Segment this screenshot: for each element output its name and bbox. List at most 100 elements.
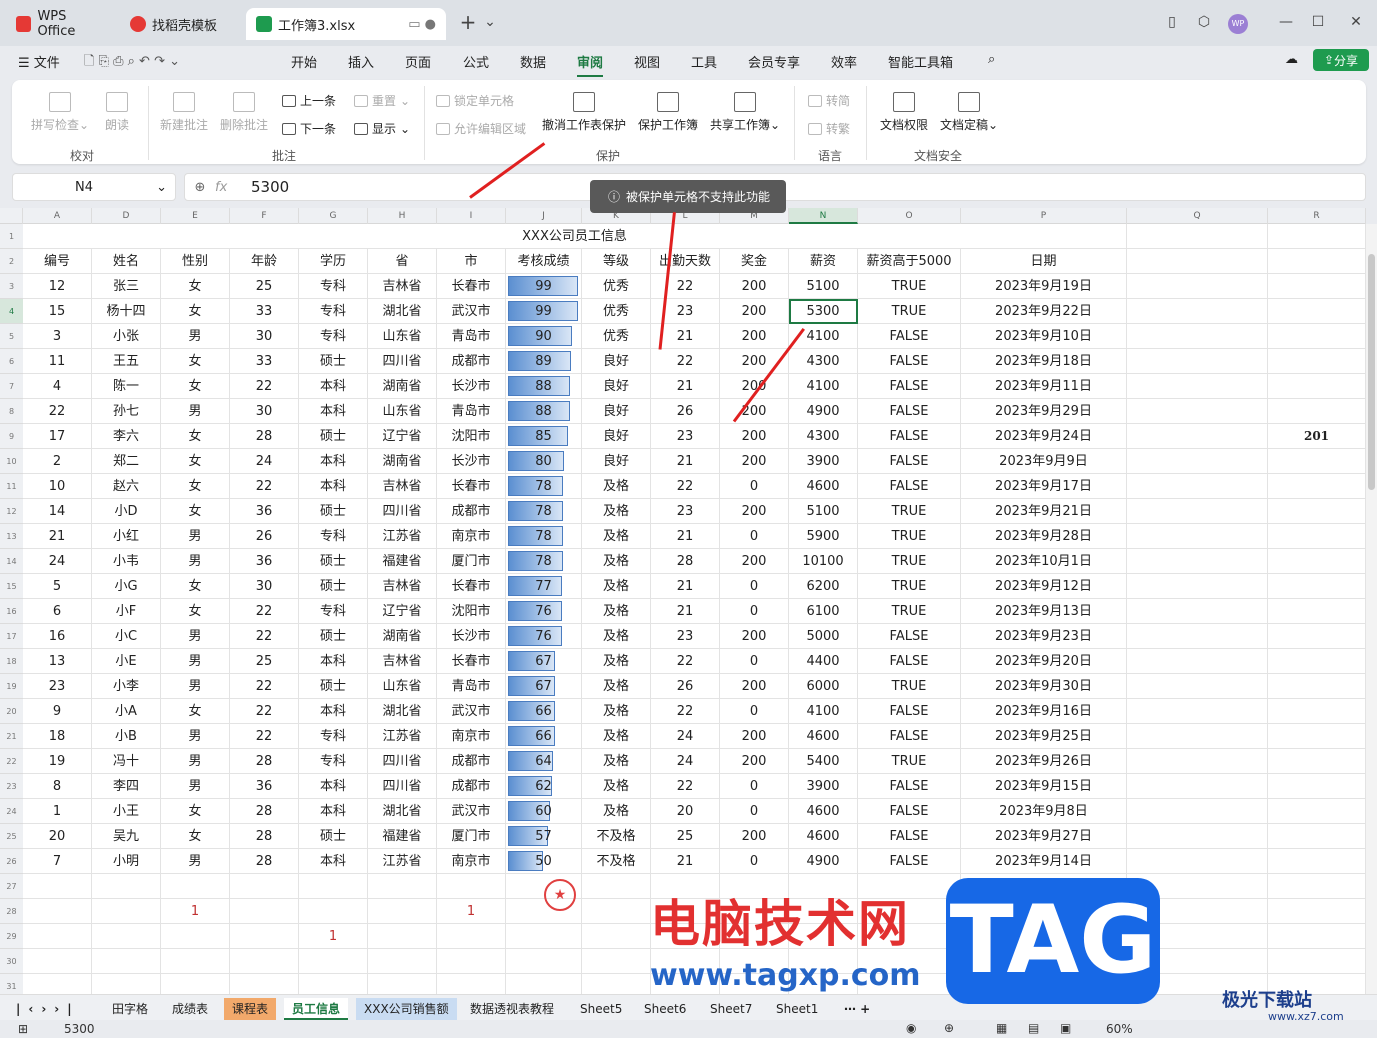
cell[interactable] — [1127, 649, 1268, 674]
table-cell[interactable]: 及格 — [582, 724, 651, 749]
table-cell[interactable]: 专科 — [299, 524, 368, 549]
cell[interactable] — [299, 949, 368, 974]
table-cell[interactable]: 90 — [506, 324, 582, 349]
cell[interactable] — [1127, 599, 1268, 624]
table-cell[interactable]: FALSE — [858, 699, 961, 724]
table-cell[interactable]: 张三 — [92, 274, 161, 299]
table-cell[interactable]: 专科 — [299, 324, 368, 349]
table-cell[interactable]: 优秀 — [582, 299, 651, 324]
row-header[interactable]: 9 — [0, 424, 23, 449]
row-header[interactable]: 1 — [0, 224, 23, 249]
table-cell[interactable]: 长沙市 — [437, 449, 506, 474]
table-cell[interactable]: 2023年9月19日 — [961, 274, 1127, 299]
table-cell[interactable]: 及格 — [582, 624, 651, 649]
table-cell[interactable]: 厦门市 — [437, 549, 506, 574]
table-cell[interactable]: 22 — [230, 699, 299, 724]
protect-workbook-button[interactable]: 保护工作簿 — [636, 92, 700, 133]
cell[interactable] — [1127, 349, 1268, 374]
tab-workbook[interactable]: 工作簿3.xlsx ▭ ● — [246, 8, 446, 40]
table-cell[interactable]: TRUE — [858, 274, 961, 299]
layout-icon[interactable]: ▯ — [1162, 14, 1182, 34]
table-cell[interactable]: 23 — [651, 424, 720, 449]
table-cell[interactable]: 女 — [161, 299, 230, 324]
share-workbook-button[interactable]: 共享工作簿⌄ — [708, 92, 782, 133]
table-cell[interactable]: 4600 — [789, 824, 858, 849]
table-cell[interactable]: 24 — [230, 449, 299, 474]
cell[interactable] — [230, 949, 299, 974]
table-cell[interactable]: 2023年9月25日 — [961, 724, 1127, 749]
table-cell[interactable]: 20 — [23, 824, 92, 849]
table-cell[interactable]: 0 — [720, 649, 789, 674]
table-cell[interactable]: 15 — [23, 299, 92, 324]
table-cell[interactable]: 30 — [230, 574, 299, 599]
table-cell[interactable]: 青岛市 — [437, 324, 506, 349]
table-cell[interactable]: 36 — [230, 549, 299, 574]
table-cell[interactable]: 本科 — [299, 374, 368, 399]
cell[interactable] — [1268, 774, 1366, 799]
prev-comment-button[interactable]: 上一条 — [282, 92, 336, 109]
table-cell[interactable]: 6200 — [789, 574, 858, 599]
table-cell[interactable]: 66 — [506, 724, 582, 749]
header-cell[interactable]: 性别 — [161, 249, 230, 274]
unprotect-sheet-button[interactable]: 撤消工作表保护 — [540, 92, 628, 133]
cell[interactable] — [1127, 849, 1268, 874]
table-cell[interactable]: 14 — [23, 499, 92, 524]
sheet-tab[interactable]: Sheet6 — [636, 998, 694, 1020]
table-cell[interactable]: 24 — [23, 549, 92, 574]
cell[interactable] — [437, 924, 506, 949]
table-cell[interactable]: 10100 — [789, 549, 858, 574]
table-cell[interactable]: 长春市 — [437, 649, 506, 674]
table-cell[interactable]: 0 — [720, 774, 789, 799]
table-cell[interactable]: 小明 — [92, 849, 161, 874]
table-cell[interactable]: FALSE — [858, 424, 961, 449]
cell[interactable] — [1127, 674, 1268, 699]
table-cell[interactable]: 福建省 — [368, 549, 437, 574]
table-cell[interactable]: 200 — [720, 824, 789, 849]
more-sheets-icon[interactable]: ⋯ + — [836, 998, 878, 1020]
table-cell[interactable]: 0 — [720, 849, 789, 874]
table-cell[interactable]: 山东省 — [368, 674, 437, 699]
zoom-search-icon[interactable]: ⊕ — [185, 180, 215, 195]
cell[interactable] — [1127, 774, 1268, 799]
table-cell[interactable]: 本科 — [299, 399, 368, 424]
table-cell[interactable]: 李四 — [92, 774, 161, 799]
table-cell[interactable]: 吉林省 — [368, 574, 437, 599]
table-cell[interactable]: 4 — [23, 374, 92, 399]
table-cell[interactable]: 及格 — [582, 699, 651, 724]
table-cell[interactable]: 22 — [651, 699, 720, 724]
maximize-icon[interactable]: ☐ — [1308, 14, 1328, 34]
table-cell[interactable]: 2023年9月26日 — [961, 749, 1127, 774]
row-header[interactable]: 5 — [0, 324, 23, 349]
tab-close-dot-icon[interactable]: ▭ ● — [408, 17, 436, 32]
table-cell[interactable]: TRUE — [858, 299, 961, 324]
table-cell[interactable]: 89 — [506, 349, 582, 374]
table-cell[interactable]: 7 — [23, 849, 92, 874]
table-cell[interactable]: 成都市 — [437, 749, 506, 774]
cell[interactable] — [1268, 749, 1366, 774]
menu-member[interactable]: 会员专享 — [748, 52, 800, 71]
table-cell[interactable]: 22 — [230, 674, 299, 699]
table-cell[interactable]: 21 — [651, 574, 720, 599]
cell[interactable] — [1268, 374, 1366, 399]
table-cell[interactable]: 吉林省 — [368, 474, 437, 499]
read-aloud-button[interactable]: 朗读 — [100, 92, 134, 133]
table-cell[interactable]: 专科 — [299, 274, 368, 299]
table-cell[interactable]: 江苏省 — [368, 724, 437, 749]
table-cell[interactable]: 女 — [161, 699, 230, 724]
menu-page[interactable]: 页面 — [405, 52, 431, 71]
menu-tools[interactable]: 工具 — [691, 52, 717, 71]
cell[interactable] — [1268, 849, 1366, 874]
table-cell[interactable]: FALSE — [858, 399, 961, 424]
table-cell[interactable]: 6000 — [789, 674, 858, 699]
cell[interactable] — [1127, 574, 1268, 599]
table-cell[interactable]: 12 — [23, 274, 92, 299]
show-comment-button[interactable]: 显示 ⌄ — [354, 120, 410, 137]
header-cell[interactable]: 日期 — [961, 249, 1127, 274]
table-cell[interactable]: 25 — [230, 274, 299, 299]
table-cell[interactable]: 22 — [230, 374, 299, 399]
cell[interactable] — [92, 949, 161, 974]
table-cell[interactable]: 200 — [720, 674, 789, 699]
menu-home[interactable]: 开始 — [291, 52, 317, 71]
cube-icon[interactable]: ⬡ — [1194, 14, 1214, 34]
cell[interactable] — [1127, 524, 1268, 549]
